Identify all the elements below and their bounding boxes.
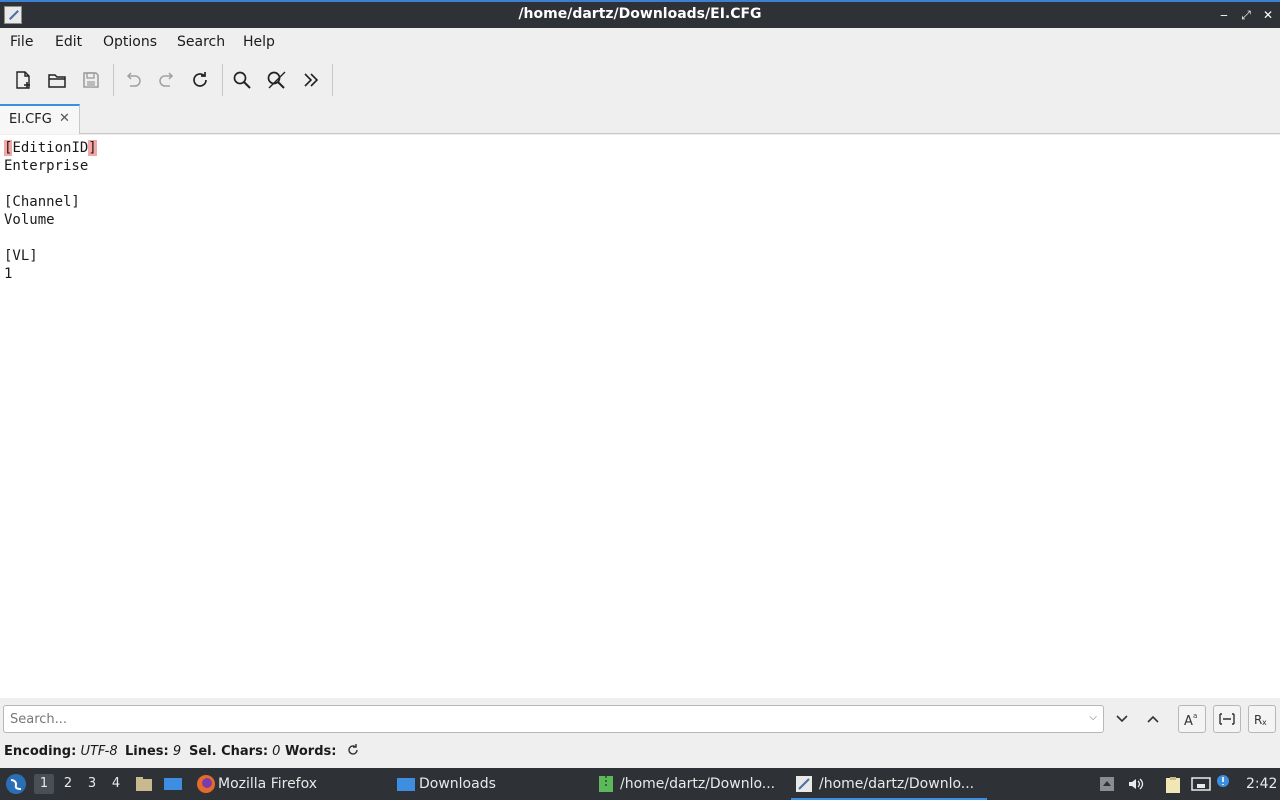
- taskbar: 1 2 3 4 Mozilla Firefox Downloads /home/…: [0, 768, 1280, 800]
- window-title: /home/dartz/Downloads/EI.CFG: [518, 6, 762, 22]
- volume-icon[interactable]: [1127, 776, 1145, 792]
- refresh-words-icon[interactable]: [346, 743, 360, 761]
- new-file-button[interactable]: [9, 66, 37, 94]
- status-bar: Encoding: UTF-8 Lines: 9 Sel. Chars: 0 W…: [0, 738, 1280, 766]
- menu-bar: File Edit Options Search Help: [0, 28, 1280, 56]
- task-firefox[interactable]: Mozilla Firefox: [192, 768, 388, 800]
- match-case-button[interactable]: Aa: [1178, 705, 1206, 733]
- chevron-down-icon: [1116, 715, 1128, 723]
- search-bar: ⌵ Aa Rx: [0, 700, 1280, 738]
- tab-bar: EI.CFG ✕: [0, 104, 1280, 134]
- save-icon: [83, 72, 99, 88]
- tab-label: EI.CFG: [9, 112, 52, 127]
- desktop-launcher-icon[interactable]: [163, 776, 182, 792]
- notification-icon[interactable]: [1216, 774, 1234, 790]
- reload-button[interactable]: [186, 66, 214, 94]
- save-button[interactable]: [77, 66, 105, 94]
- find-replace-button[interactable]: [263, 66, 291, 94]
- svg-text:a: a: [1193, 712, 1197, 720]
- find-previous-button[interactable]: [1139, 705, 1167, 733]
- file-manager-launcher-icon[interactable]: [135, 776, 153, 792]
- workspace-1[interactable]: 1: [34, 774, 54, 794]
- reload-icon: [193, 72, 207, 87]
- editor-line-7: [VL]: [4, 248, 38, 264]
- open-file-button[interactable]: [43, 66, 71, 94]
- clock[interactable]: 2:42: [1246, 776, 1277, 792]
- more-button[interactable]: [297, 66, 325, 94]
- workspace-2[interactable]: 2: [58, 774, 78, 794]
- match-case-icon: Aa: [1184, 712, 1197, 727]
- menu-options[interactable]: Options: [103, 34, 157, 50]
- task-downloads[interactable]: Downloads: [393, 768, 591, 800]
- status-sel-chars: Sel. Chars: 0: [189, 744, 281, 759]
- task-label: /home/dartz/Downlo...: [819, 776, 975, 792]
- svg-text:x: x: [1262, 718, 1267, 726]
- title-bar: /home/dartz/Downloads/EI.CFG ‒ ⤢ ✕: [0, 0, 1280, 28]
- menu-edit[interactable]: Edit: [55, 34, 82, 50]
- whole-word-button[interactable]: [1213, 705, 1241, 733]
- more-icon: [304, 73, 319, 87]
- menu-search[interactable]: Search: [177, 34, 225, 50]
- open-folder-icon: [48, 74, 66, 88]
- search-input[interactable]: [4, 706, 1084, 732]
- status-lines: Lines: 9: [125, 744, 182, 759]
- text-editor-icon: [795, 775, 813, 792]
- workspace-4[interactable]: 4: [106, 774, 126, 794]
- menu-file[interactable]: File: [10, 34, 33, 50]
- status-words: Words:: [285, 744, 337, 759]
- task-archive[interactable]: /home/dartz/Downlo...: [594, 768, 790, 800]
- folder-icon: [396, 776, 415, 792]
- firefox-icon: [196, 774, 215, 793]
- maximize-button[interactable]: ⤢: [1237, 5, 1255, 25]
- editor-line-4: [Channel]: [4, 194, 80, 210]
- archive-icon: [597, 775, 615, 792]
- undo-button[interactable]: [119, 66, 147, 94]
- chevron-down-icon[interactable]: ⌵: [1089, 712, 1097, 723]
- minimize-button[interactable]: ‒: [1215, 5, 1233, 25]
- find-button[interactable]: [228, 66, 256, 94]
- toolbar-separator: [332, 64, 333, 96]
- regex-button[interactable]: Rx: [1248, 705, 1276, 733]
- menu-help[interactable]: Help: [243, 34, 275, 50]
- toolbar-separator: [222, 64, 223, 96]
- text-editor[interactable]: [EditionID] Enterprise [Channel] Volume …: [0, 135, 1280, 698]
- workspace-3[interactable]: 3: [82, 774, 102, 794]
- bracket-highlight: ]: [88, 140, 97, 156]
- editor-line-2: Enterprise: [4, 158, 89, 174]
- tab-ei-cfg[interactable]: EI.CFG ✕: [0, 104, 80, 134]
- whole-word-icon: [1219, 713, 1235, 725]
- eject-icon[interactable]: [1099, 776, 1117, 792]
- clipboard-icon[interactable]: [1164, 776, 1182, 793]
- find-next-button[interactable]: [1108, 705, 1136, 733]
- chevron-up-icon: [1147, 715, 1159, 723]
- search-icon: [233, 71, 251, 89]
- close-icon[interactable]: ✕: [59, 111, 70, 126]
- task-label: Mozilla Firefox: [218, 776, 318, 792]
- status-encoding: Encoding: UTF-8: [4, 744, 118, 759]
- line-text: EditionID: [12, 140, 89, 156]
- toolbar: [0, 56, 1280, 104]
- find-replace-icon: [267, 71, 286, 89]
- search-field: ⌵: [3, 705, 1104, 733]
- undo-icon: [126, 72, 141, 87]
- svg-text:A: A: [1184, 714, 1193, 727]
- redo-button[interactable]: [153, 66, 181, 94]
- editor-line-1: [EditionID]: [4, 139, 97, 157]
- toolbar-separator: [113, 64, 114, 96]
- close-window-button[interactable]: ✕: [1259, 5, 1277, 25]
- task-text-editor[interactable]: /home/dartz/Downlo...: [791, 768, 987, 800]
- task-label: /home/dartz/Downlo...: [620, 776, 776, 792]
- editor-line-8: 1: [4, 266, 13, 282]
- start-menu-icon[interactable]: [5, 773, 27, 799]
- editor-line-5: Volume: [4, 212, 55, 228]
- task-label: Downloads: [419, 776, 496, 792]
- new-file-icon: [16, 71, 30, 89]
- regex-icon: Rx: [1254, 713, 1267, 726]
- redo-icon: [159, 72, 174, 87]
- network-icon[interactable]: [1191, 776, 1211, 792]
